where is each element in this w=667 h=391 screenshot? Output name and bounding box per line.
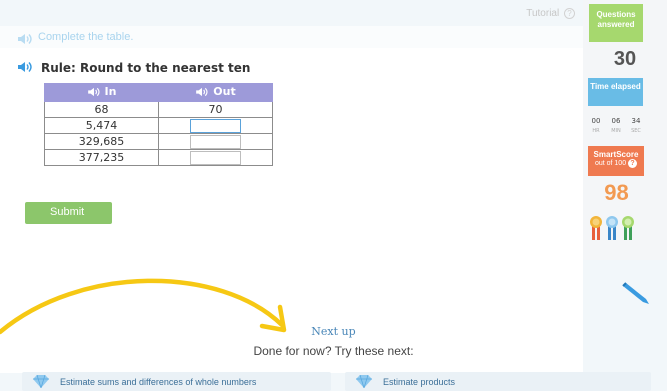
questions-answered-label: Questions answered [589,4,643,42]
diamond-icon [356,375,372,388]
rule-text: Rule: Round to the nearest ten [41,60,251,75]
column-header-label: In [104,85,117,99]
answer-input[interactable] [190,134,241,149]
next-up-title: Next up [311,325,356,338]
column-header-out: Out [158,83,273,102]
skill-label: Estimate products [383,376,456,387]
in-cell: 329,685 [44,133,159,150]
next-skill-card[interactable]: Estimate sums and differences of whole n… [22,372,331,391]
speaker-icon[interactable] [195,87,209,97]
speaker-icon[interactable] [17,30,33,49]
table-row: 68 70 [44,101,273,118]
timer-minutes-label: MIN [611,128,621,134]
submit-button[interactable]: Submit [25,202,112,224]
diamond-icon [33,375,49,388]
medal-icon [590,216,602,240]
questions-count: 30 [613,48,637,70]
timer-seconds: 34 [631,117,641,125]
out-cell [158,149,273,166]
top-bar: Tutorial ? [0,0,583,26]
medal-icon [606,216,618,240]
table-row: 5,474 [44,117,273,134]
instruction-text: Complete the table. [38,31,134,43]
timer-hours: 00 [591,117,601,125]
smartscore-help-icon[interactable]: ? [628,159,638,168]
help-icon[interactable]: ? [564,8,575,19]
tutorial-link[interactable]: Tutorial ? [526,8,575,19]
smartscore-value: 98 [604,180,629,205]
skill-label: Estimate sums and differences of whole n… [60,376,257,387]
time-elapsed-label: Time elapsed [588,78,643,106]
out-cell: 70 [158,101,273,118]
smartscore-badge: SmartScore out of 100 ? [588,146,644,176]
column-header-label: Out [213,85,236,99]
table-row: 329,685 [44,133,273,150]
rule-table: In Out 68 70 5,474 329,685 377,235 [44,83,273,166]
next-up-subtitle: Done for now? Try these next: [253,344,414,358]
out-cell [158,133,273,150]
pencil-icon[interactable] [622,279,652,305]
smartscore-sub: out of 100 [594,160,627,167]
in-cell: 5,474 [44,117,159,134]
in-cell: 68 [44,101,159,118]
answer-input[interactable] [190,118,241,133]
out-cell [158,117,273,134]
column-header-in: In [44,83,159,102]
table-row: 377,235 [44,149,273,166]
medal-icon [622,216,634,240]
next-skill-card[interactable]: Estimate products [345,372,651,391]
answer-input[interactable] [190,150,241,165]
timer-seconds-label: SEC [631,128,641,134]
medals [589,215,635,241]
speaker-icon[interactable] [87,87,101,97]
in-cell: 377,235 [44,149,159,166]
timer-minutes: 06 [611,117,621,125]
timer-hours-label: HR [592,128,600,134]
progress-sidebar: Questions answered 30 Time elapsed 00 HR … [583,0,667,260]
rule-line: Rule: Round to the nearest ten [17,58,250,77]
timer: 00 HR 06 MIN 34 SEC [588,117,644,134]
speaker-icon[interactable] [17,58,33,77]
smartscore-label: SmartScore [593,150,639,159]
instruction-bar: Complete the table. [0,26,583,48]
table-header-row: In Out [44,83,273,102]
tutorial-label: Tutorial [526,8,560,19]
